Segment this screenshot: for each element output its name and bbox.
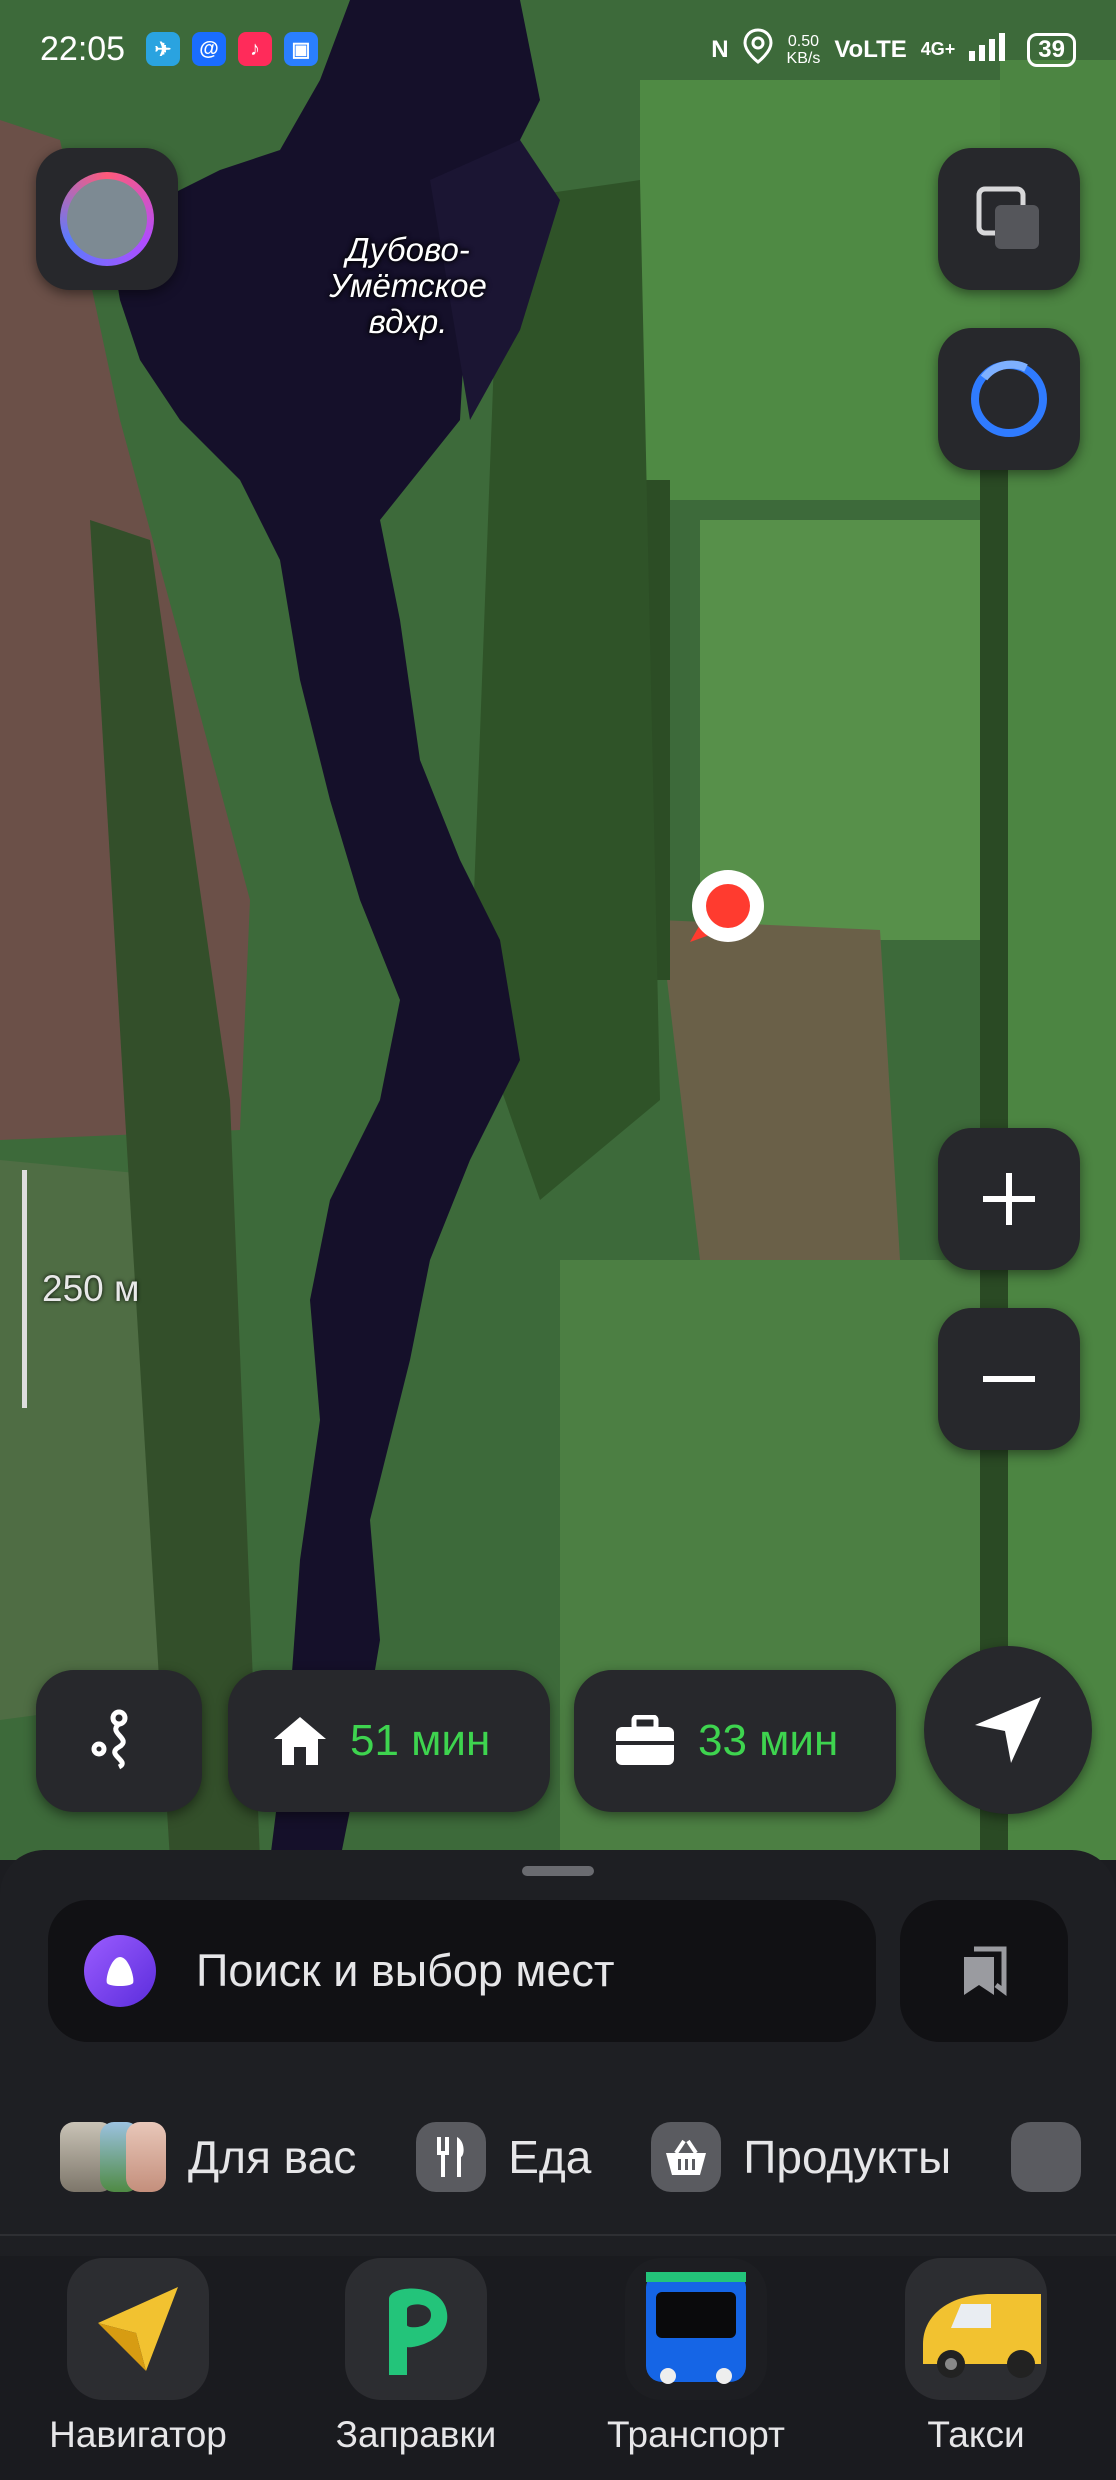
- notification-icons: ✈ @ ♪ ▣: [146, 32, 318, 66]
- alice-voice-icon[interactable]: [84, 1935, 156, 2007]
- home-route-time: 51 мин: [350, 1716, 491, 1765]
- music-icon: ♪: [238, 32, 272, 66]
- category-more[interactable]: [1011, 2122, 1082, 2192]
- app-notification-icon: ▣: [284, 32, 318, 66]
- cutlery-icon: [416, 2122, 487, 2192]
- signal-icon: [969, 31, 1013, 68]
- scale-label: 250 м: [42, 1268, 140, 1309]
- scale-bar: [22, 1170, 27, 1408]
- battery-level: 39: [1027, 32, 1076, 67]
- taxi-app-icon: [905, 2258, 1047, 2400]
- work-route-time: 33 мин: [698, 1716, 839, 1765]
- category-label: Продукты: [743, 2131, 952, 2183]
- avatar: [60, 172, 154, 266]
- service-fuel[interactable]: Заправки: [296, 2258, 536, 2456]
- briefcase-icon: [616, 1715, 674, 1765]
- network-speed: 0.50 KB/s: [787, 33, 821, 67]
- bookmarks-icon: [964, 1946, 1007, 1996]
- location-status-icon: [743, 28, 773, 71]
- alice-icon: [971, 360, 1047, 437]
- service-taxi[interactable]: Такси: [856, 2258, 1096, 2456]
- divider: [0, 2234, 1116, 2236]
- category-food[interactable]: Еда: [416, 2122, 591, 2192]
- mail-icon: @: [192, 32, 226, 66]
- volte-label: VoLTE: [834, 35, 907, 63]
- service-navigator[interactable]: Навигатор: [18, 2258, 258, 2456]
- network-speed-unit: KB/s: [786, 49, 821, 67]
- status-bar: 22:05 ✈ @ ♪ ▣ N 0.50 KB/s VoLTE 4G+ 39: [0, 0, 1116, 100]
- home-icon: [274, 1717, 326, 1765]
- service-bar: Навигатор Заправки Транспорт Такси: [0, 2256, 1116, 2480]
- navigator-app-icon: [67, 2258, 209, 2400]
- my-location-button[interactable]: [924, 1646, 1092, 1814]
- search-input[interactable]: Поиск и выбор мест: [196, 1945, 615, 1997]
- map-layers-button[interactable]: [938, 148, 1080, 290]
- network-speed-value: 0.50: [787, 32, 819, 50]
- status-right: N 0.50 KB/s VoLTE 4G+ 39: [711, 28, 1076, 71]
- reservoir-label: Дубово- Умётское вдхр.: [318, 232, 498, 340]
- work-route-button[interactable]: 33 мин: [574, 1670, 896, 1812]
- category-chips: Для вас Еда Продукты: [60, 2112, 1116, 2202]
- profile-button[interactable]: [36, 148, 178, 290]
- reservoir-label-line: Дубово- Умётское вдхр.: [329, 231, 487, 340]
- category-groceries[interactable]: Продукты: [651, 2122, 951, 2192]
- status-time: 22:05: [40, 30, 126, 68]
- service-transport[interactable]: Транспорт: [576, 2258, 816, 2456]
- service-label: Навигатор: [49, 2414, 227, 2455]
- service-label: Транспорт: [607, 2414, 785, 2455]
- location-pin-icon[interactable]: [676, 868, 768, 960]
- service-label: Заправки: [335, 2414, 497, 2455]
- network-gen-label: 4G+: [920, 39, 956, 59]
- category-label: Для вас: [188, 2131, 357, 2183]
- for-you-thumbnails-icon: [60, 2122, 166, 2192]
- bookmarks-button[interactable]: [900, 1900, 1068, 2042]
- fuel-app-icon: [345, 2258, 487, 2400]
- sheet-drag-handle[interactable]: [522, 1866, 594, 1876]
- route-icon: [91, 1709, 128, 1770]
- alice-assistant-button[interactable]: [938, 328, 1080, 470]
- route-button[interactable]: [36, 1670, 202, 1812]
- transport-app-icon: [625, 2258, 767, 2400]
- category-label: Еда: [508, 2131, 592, 2183]
- category-for-you[interactable]: Для вас: [60, 2122, 356, 2192]
- nfc-icon: N: [711, 35, 729, 63]
- search-bar[interactable]: Поиск и выбор мест: [48, 1900, 876, 2042]
- telegram-icon: ✈: [146, 32, 180, 66]
- plus-icon: [983, 1173, 1035, 1225]
- bottom-sheet[interactable]: Поиск и выбор мест Для вас Еда Продукты …: [0, 1850, 1116, 2480]
- navigation-arrow-icon: [975, 1697, 1041, 1763]
- home-route-button[interactable]: 51 мин: [228, 1670, 550, 1812]
- minus-icon: [983, 1376, 1035, 1382]
- more-category-icon: [1011, 2122, 1082, 2192]
- zoom-out-button[interactable]: [938, 1308, 1080, 1450]
- zoom-in-button[interactable]: [938, 1128, 1080, 1270]
- basket-icon: [651, 2122, 722, 2192]
- service-label: Такси: [927, 2414, 1025, 2455]
- layers-icon: [976, 186, 1039, 249]
